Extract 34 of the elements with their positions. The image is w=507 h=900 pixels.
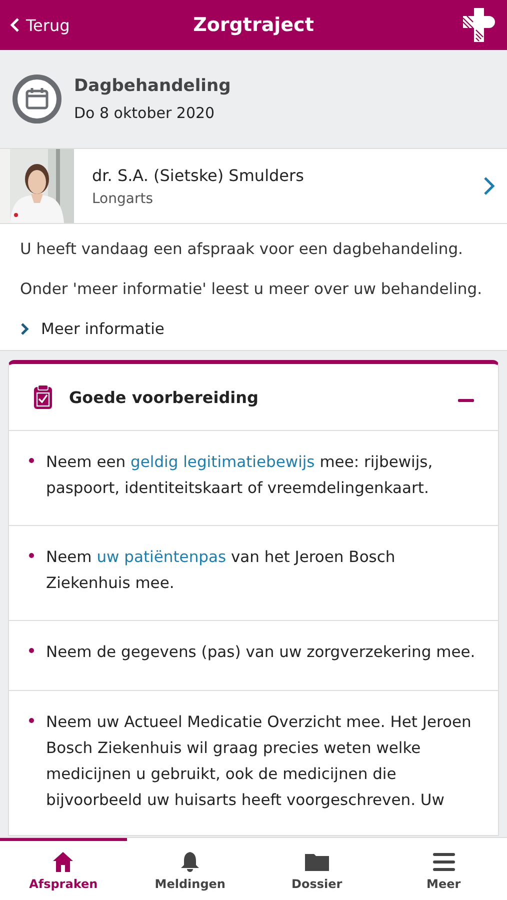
appointment-title: Dagbehandeling: [74, 76, 231, 96]
doctor-name: dr. S.A. (Sietske) Smulders: [92, 166, 305, 184]
bullet-icon: [29, 648, 34, 653]
section-title: Goede voorbereiding: [69, 388, 260, 406]
nav-tab[interactable]: Meer: [380, 838, 507, 900]
instruction-text: Neem de gegevens (pas) van uw zorgverzekering mee.: [46, 642, 476, 663]
home-icon: [52, 850, 74, 872]
back-button[interactable]: Terug: [0, 16, 80, 34]
more-info-link[interactable]: Meer informatie: [20, 320, 164, 338]
doctor-row[interactable]: dr. S.A. (Sietske) Smulders Longarts: [0, 148, 507, 224]
inline-link[interactable]: uw patiëntenpas: [96, 548, 226, 566]
nav-tab[interactable]: Meldingen: [126, 838, 254, 900]
chevron-right-icon: [483, 176, 495, 196]
instruction-text: Neem uw patiëntenpas van het Jeroen Bosch Ziekenhuis mee.: [46, 547, 396, 594]
info-text: Onder 'meer informatie' leest u meer over uw behandeling.: [20, 280, 484, 298]
clipboard-check-icon: [33, 384, 53, 410]
minus-icon: [458, 398, 474, 402]
page-title: Zorgtraject: [193, 14, 314, 36]
bullet-icon: [29, 553, 34, 558]
calendar-icon: [12, 74, 62, 124]
chevron-left-icon: [10, 17, 20, 33]
bell-icon: [179, 850, 202, 872]
bullet-icon: [29, 718, 34, 723]
nav-tab[interactable]: Dossier: [254, 838, 380, 900]
nav-tab[interactable]: Afspraken: [0, 838, 127, 900]
inline-link[interactable]: geldig legitimatiebewijs: [130, 453, 315, 471]
menu-icon: [432, 850, 456, 872]
chevron-right-icon: [20, 322, 29, 336]
instruction-text: Neem uw Actueel Medicatie Overzicht mee. Het Jeroen Bosch Ziekenhuis wil graag precies weten welke medicijnen u gebruikt, ook de medicijnen die bijvoorbeeld uw huisarts heeft voorgeschreven. Uw: [46, 712, 472, 811]
doctor-specialty: Longarts: [92, 190, 154, 206]
appointment-date: Do 8 oktober 2020: [74, 104, 216, 122]
instruction-text: Neem een geldig legitimatiebewijs mee: rijbewijs, paspoort, identiteitskaart of vreemdelingenkaart.: [46, 452, 434, 499]
bullet-icon: [29, 458, 34, 463]
info-text: U heeft vandaag een afspraak voor een dagbehandeling.: [20, 240, 464, 258]
